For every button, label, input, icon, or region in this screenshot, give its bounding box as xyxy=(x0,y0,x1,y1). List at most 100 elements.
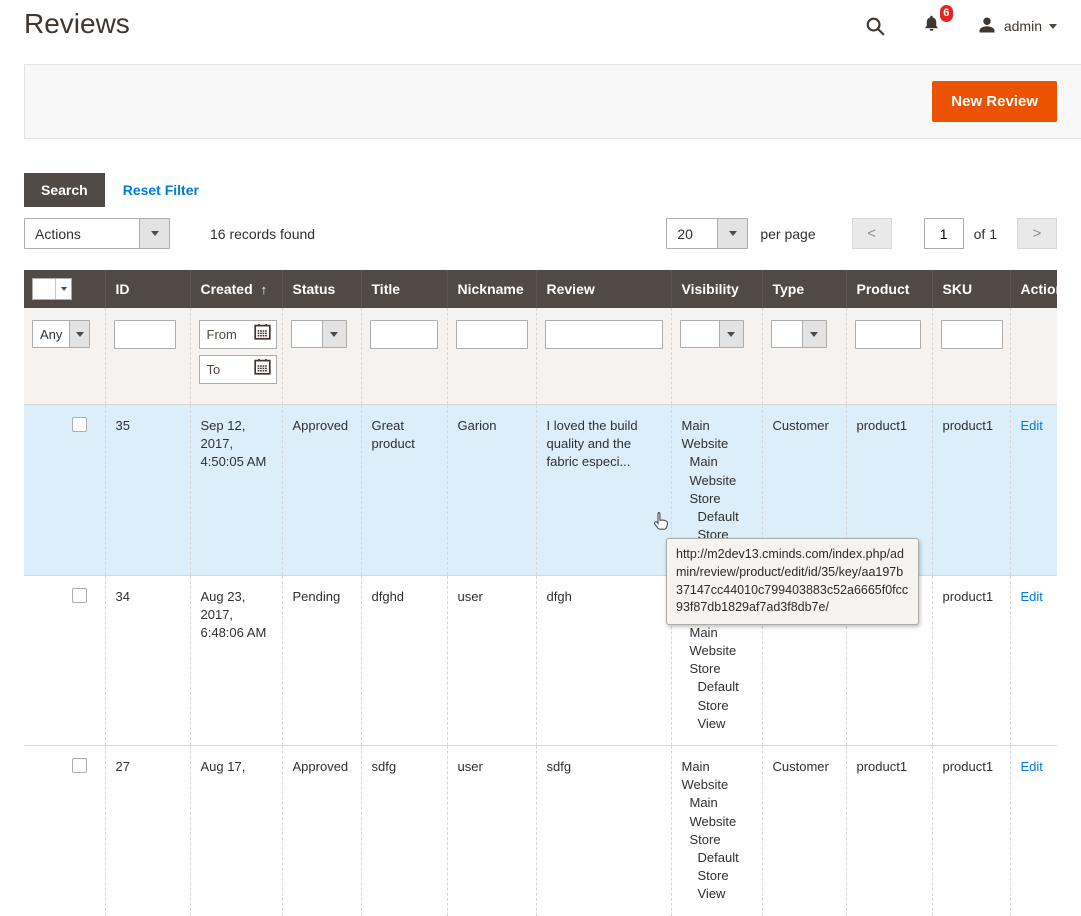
select-all-checkbox[interactable] xyxy=(33,279,56,299)
row-checkbox-cell xyxy=(24,575,105,746)
column-header-nickname[interactable]: Nickname xyxy=(447,270,536,308)
filter-any-label: Any xyxy=(33,321,69,347)
mouse-cursor-icon xyxy=(653,511,669,536)
actions-dropdown[interactable]: Actions xyxy=(24,218,170,249)
url-tooltip: http://m2dev13.cminds.com/index.php/admi… xyxy=(666,538,919,625)
select-all-header xyxy=(24,270,105,308)
previous-page-button[interactable]: < xyxy=(852,218,892,249)
cell-nickname: user xyxy=(447,575,536,746)
filter-cell-product xyxy=(846,308,932,405)
filter-type-dropdown[interactable] xyxy=(771,320,827,348)
visibility-store-view: Default Store View xyxy=(682,678,752,733)
toolbar-left: Actions 16 records found xyxy=(24,218,315,249)
search-icon[interactable] xyxy=(865,16,886,37)
caret-down-icon xyxy=(322,321,346,347)
cell-id: 27 xyxy=(105,746,190,916)
column-header-created-label: Created xyxy=(201,281,253,297)
cell-title: dfghd xyxy=(361,575,447,746)
admin-username: admin xyxy=(1004,18,1042,34)
calendar-icon[interactable] xyxy=(254,359,271,380)
table-row[interactable]: 27 Aug 17, Approved sdfg user sdfg Main … xyxy=(24,746,1057,916)
cell-sku: product1 xyxy=(932,575,1010,746)
filter-from-label: From xyxy=(207,327,237,342)
cell-review: dfgh xyxy=(536,575,671,746)
cell-id: 35 xyxy=(105,405,190,576)
edit-link[interactable]: Edit xyxy=(1021,418,1043,433)
column-header-visibility[interactable]: Visibility xyxy=(671,270,762,308)
notifications-button[interactable]: 6 xyxy=(922,13,941,39)
cell-sku: product1 xyxy=(932,746,1010,916)
page-actions-bar: New Review xyxy=(24,64,1081,139)
total-pages-label: of 1 xyxy=(974,226,997,242)
column-header-review[interactable]: Review xyxy=(536,270,671,308)
column-header-product[interactable]: Product xyxy=(846,270,932,308)
filter-cell-visibility xyxy=(671,308,762,405)
filter-visibility-dropdown[interactable] xyxy=(680,320,744,348)
filter-review-input[interactable] xyxy=(545,320,663,349)
page-title: Reviews xyxy=(24,8,130,40)
row-checkbox[interactable] xyxy=(72,417,87,432)
filter-cell-status xyxy=(282,308,361,405)
cell-created: Sep 12, 2017, 4:50:05 AM xyxy=(190,405,282,576)
caret-down-icon xyxy=(69,321,89,347)
filter-cell-action xyxy=(1010,308,1057,405)
page-number-input[interactable] xyxy=(924,218,964,249)
cell-action: Edit xyxy=(1010,746,1057,916)
filter-date-from[interactable]: From xyxy=(199,320,277,349)
column-header-status[interactable]: Status xyxy=(282,270,361,308)
records-count: 16 records found xyxy=(210,226,315,242)
cell-title: sdfg xyxy=(361,746,447,916)
cell-created: Aug 17, xyxy=(190,746,282,916)
notification-badge: 6 xyxy=(940,5,953,22)
row-checkbox[interactable] xyxy=(72,588,87,603)
filter-type-value xyxy=(772,321,802,347)
filter-any-dropdown[interactable]: Any xyxy=(32,320,90,348)
cell-status: Approved xyxy=(282,405,361,576)
filter-nickname-input[interactable] xyxy=(456,320,528,349)
filter-sku-input[interactable] xyxy=(941,320,1003,349)
cell-action: Edit xyxy=(1010,405,1057,576)
filter-to-label: To xyxy=(207,362,221,377)
filter-date-to[interactable]: To xyxy=(199,355,277,384)
filter-status-value xyxy=(292,321,322,347)
per-page-dropdown[interactable]: 20 xyxy=(666,218,748,249)
new-review-button[interactable]: New Review xyxy=(932,81,1057,122)
filter-cell-id xyxy=(105,308,190,405)
next-page-button[interactable]: > xyxy=(1017,218,1057,249)
column-header-id[interactable]: ID xyxy=(105,270,190,308)
cell-review: sdfg xyxy=(536,746,671,916)
filter-visibility-value xyxy=(681,321,719,347)
cell-id: 34 xyxy=(105,575,190,746)
search-button[interactable]: Search xyxy=(24,173,105,207)
filter-cell-nickname xyxy=(447,308,536,405)
filter-title-input[interactable] xyxy=(370,320,438,349)
grid-filter-row: Any From To xyxy=(24,308,1057,405)
edit-link[interactable]: Edit xyxy=(1021,759,1043,774)
caret-down-icon xyxy=(717,219,747,248)
column-header-action[interactable]: Action xyxy=(1010,270,1057,308)
visibility-store: Main Website Store xyxy=(682,794,752,849)
caret-down-icon xyxy=(56,279,71,299)
select-all-dropdown[interactable] xyxy=(32,278,72,300)
reset-filter-link[interactable]: Reset Filter xyxy=(123,182,199,198)
column-header-sku[interactable]: SKU xyxy=(932,270,1010,308)
column-header-type[interactable]: Type xyxy=(762,270,846,308)
admin-menu[interactable]: admin xyxy=(977,15,1057,38)
column-header-title[interactable]: Title xyxy=(361,270,447,308)
row-checkbox-cell xyxy=(24,405,105,576)
caret-down-icon xyxy=(1049,24,1057,29)
filter-cell-created: From To xyxy=(190,308,282,405)
edit-link[interactable]: Edit xyxy=(1021,589,1043,604)
cell-status: Pending xyxy=(282,575,361,746)
cell-nickname: user xyxy=(447,746,536,916)
filter-status-dropdown[interactable] xyxy=(291,320,347,348)
filter-id-input[interactable] xyxy=(114,320,176,349)
caret-down-icon xyxy=(802,321,826,347)
column-header-created[interactable]: Created ↑ xyxy=(190,270,282,308)
filter-product-input[interactable] xyxy=(855,320,921,349)
cell-title: Great product xyxy=(361,405,447,576)
sort-ascending-icon: ↑ xyxy=(261,282,268,297)
filter-cell-sku xyxy=(932,308,1010,405)
row-checkbox[interactable] xyxy=(72,758,87,773)
calendar-icon[interactable] xyxy=(254,324,271,345)
